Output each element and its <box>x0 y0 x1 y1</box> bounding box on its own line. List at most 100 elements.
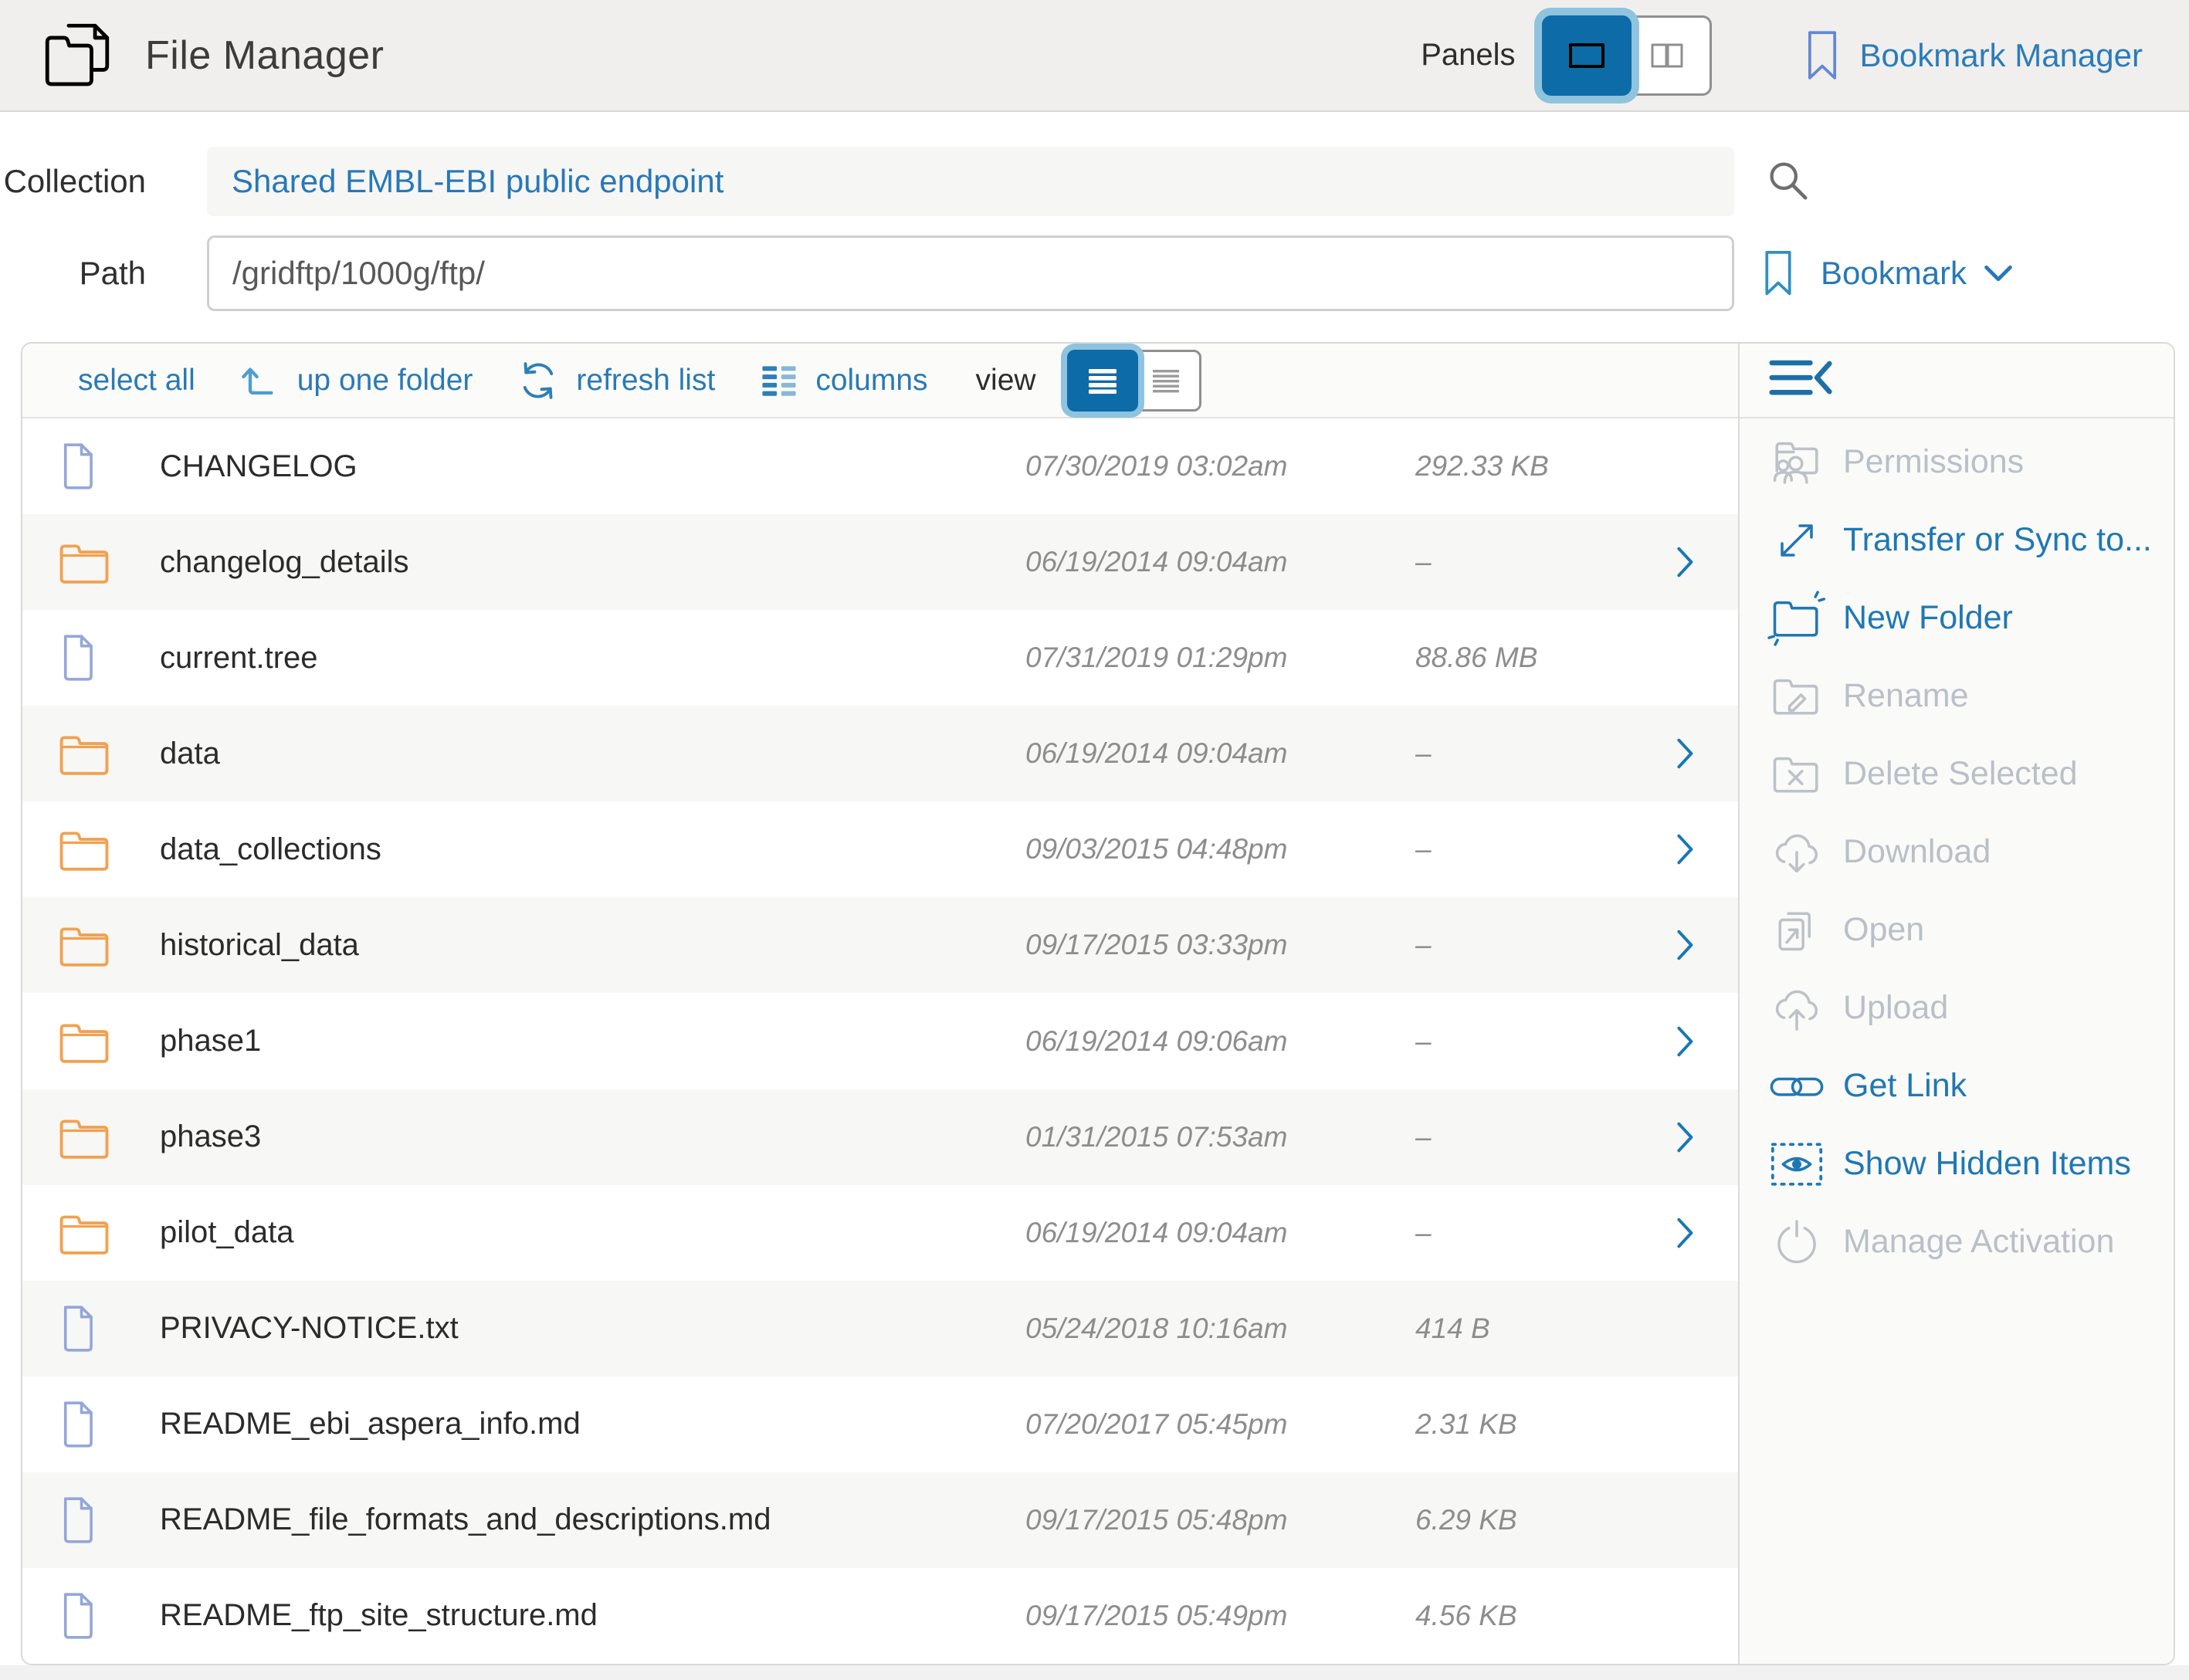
permissions-icon <box>1760 430 1834 495</box>
file-name[interactable]: historical_data <box>160 928 1025 963</box>
file-row[interactable]: current.tree 07/31/2019 01:29pm 88.86 MB <box>22 610 1738 706</box>
chevron-right-icon <box>1676 1121 1696 1153</box>
dual-panel-button[interactable] <box>1622 15 1712 96</box>
list-view-button[interactable] <box>1067 350 1138 412</box>
file-name[interactable]: changelog_details <box>160 545 1025 580</box>
sidebar-item-show-hidden-items[interactable]: Show Hidden Items <box>1740 1125 2174 1203</box>
download-icon <box>1760 820 1834 885</box>
file-list: CHANGELOG 07/30/2019 03:02am 292.33 KB c… <box>22 418 1738 1664</box>
delete-icon <box>1760 742 1834 807</box>
sidebar-item-label: Upload <box>1843 989 1948 1027</box>
single-panel-button[interactable] <box>1542 15 1632 96</box>
app-header: File Manager Panels Bookmark Manager <box>0 0 2189 112</box>
chevron-right-icon <box>1676 737 1696 770</box>
show-hidden-icon <box>1760 1132 1834 1197</box>
sidebar-item-rename: Rename <box>1740 657 2174 735</box>
sidebar-item-manage-activation: Manage Activation <box>1740 1203 2174 1281</box>
compact-view-button[interactable] <box>1130 350 1201 412</box>
open-folder-chevron[interactable] <box>1633 1121 1738 1153</box>
file-name[interactable]: PRIVACY-NOTICE.txt <box>160 1311 1025 1346</box>
refresh-list-button[interactable]: refresh list <box>517 361 715 401</box>
file-name[interactable]: README_ftp_site_structure.md <box>160 1598 1025 1633</box>
file-row[interactable]: pilot_data 06/19/2014 09:04am – <box>22 1185 1738 1281</box>
file-size: 414 B <box>1415 1312 1633 1345</box>
open-folder-chevron[interactable] <box>1633 1025 1738 1058</box>
collection-field[interactable]: Shared EMBL-EBI public endpoint <box>207 147 1734 216</box>
open-folder-chevron[interactable] <box>1633 737 1738 770</box>
file-row[interactable]: README_ebi_aspera_info.md 07/20/2017 05:… <box>22 1377 1738 1472</box>
single-panel-icon <box>1564 39 1609 72</box>
file-row[interactable]: phase1 06/19/2014 09:06am – <box>22 993 1738 1089</box>
file-row[interactable]: CHANGELOG 07/30/2019 03:02am 292.33 KB <box>22 418 1738 514</box>
open-folder-chevron[interactable] <box>1633 929 1738 961</box>
sidebar-item-get-link[interactable]: Get Link <box>1740 1047 2174 1125</box>
open-folder-chevron[interactable] <box>1633 1217 1738 1249</box>
actions-sidebar: PermissionsTransfer or Sync to...New Fol… <box>1740 344 2174 1664</box>
file-size: 6.29 KB <box>1415 1504 1633 1536</box>
file-date: 06/19/2014 09:04am <box>1025 1217 1415 1249</box>
file-date: 05/24/2018 10:16am <box>1025 1312 1415 1345</box>
chevron-right-icon <box>1676 1025 1696 1058</box>
file-date: 07/31/2019 01:29pm <box>1025 642 1415 674</box>
collection-row: Collection Shared EMBL-EBI public endpoi… <box>0 147 2189 216</box>
sidebar-item-label: Delete Selected <box>1843 755 2078 793</box>
file-row[interactable]: README_file_formats_and_descriptions.md … <box>22 1472 1738 1568</box>
file-name[interactable]: pilot_data <box>160 1215 1025 1250</box>
sidebar-item-label: Open <box>1843 911 1924 949</box>
up-one-folder-icon <box>240 362 280 399</box>
folder-icon <box>58 1211 110 1255</box>
bookmark-icon <box>1804 29 1840 82</box>
file-name[interactable]: data_collections <box>160 832 1025 867</box>
sidebar-item-label: New Folder <box>1843 599 2013 637</box>
file-date: 07/20/2017 05:45pm <box>1025 1408 1415 1441</box>
get-link-icon <box>1760 1054 1834 1119</box>
columns-button[interactable]: columns <box>760 363 927 398</box>
view-label: view <box>976 364 1036 398</box>
open-folder-chevron[interactable] <box>1633 546 1738 578</box>
path-input[interactable] <box>207 235 1734 311</box>
collection-label: Collection <box>0 163 168 200</box>
select-all-button[interactable]: select all <box>78 364 195 398</box>
open-folder-chevron[interactable] <box>1633 833 1738 865</box>
dual-panel-icon <box>1647 40 1687 71</box>
file-name[interactable]: data <box>160 737 1025 771</box>
folder-icon <box>58 1020 110 1063</box>
search-button[interactable] <box>1765 158 1811 205</box>
columns-icon <box>760 363 798 398</box>
file-row[interactable]: changelog_details 06/19/2014 09:04am – <box>22 514 1738 610</box>
file-row[interactable]: phase3 01/31/2015 07:53am – <box>22 1089 1738 1185</box>
file-row[interactable]: historical_data 09/17/2015 03:33pm – <box>22 897 1738 993</box>
file-name[interactable]: phase3 <box>160 1119 1025 1154</box>
file-name[interactable]: current.tree <box>160 641 1025 676</box>
sidebar-item-new-folder[interactable]: New Folder <box>1740 579 2174 657</box>
list-view-icon <box>1086 368 1120 394</box>
bookmark-label: Bookmark <box>1821 255 1967 292</box>
file-row[interactable]: PRIVACY-NOTICE.txt 05/24/2018 10:16am 41… <box>22 1281 1738 1377</box>
bookmark-manager-link[interactable]: Bookmark Manager <box>1804 29 2143 82</box>
file-name[interactable]: CHANGELOG <box>160 449 1025 484</box>
file-row[interactable]: README_ftp_site_structure.md 09/17/2015 … <box>22 1568 1738 1664</box>
file-icon <box>58 1591 97 1641</box>
collapse-panel-icon <box>1767 357 1835 401</box>
list-toolbar: select all up one folder refresh list <box>22 344 1738 418</box>
sidebar-header <box>1740 344 2174 418</box>
upload-icon <box>1760 976 1834 1041</box>
sidebar-item-label: Download <box>1843 833 1991 871</box>
file-date: 01/31/2015 07:53am <box>1025 1121 1415 1153</box>
file-row[interactable]: data 06/19/2014 09:04am – <box>22 706 1738 801</box>
file-name[interactable]: README_ebi_aspera_info.md <box>160 1407 1025 1441</box>
file-date: 09/17/2015 05:48pm <box>1025 1504 1415 1536</box>
up-one-folder-button[interactable]: up one folder <box>240 362 473 399</box>
sidebar-item-open: Open <box>1740 891 2174 969</box>
new-folder-icon <box>1760 586 1834 651</box>
collapse-sidebar-button[interactable] <box>1767 357 1835 404</box>
file-size: 88.86 MB <box>1415 642 1633 674</box>
bookmark-dropdown[interactable]: Bookmark <box>1762 249 2013 297</box>
file-name[interactable]: README_file_formats_and_descriptions.md <box>160 1502 1025 1537</box>
sidebar-item-download: Download <box>1740 813 2174 891</box>
file-row[interactable]: data_collections 09/03/2015 04:48pm – <box>22 801 1738 897</box>
refresh-icon <box>517 361 559 401</box>
file-name[interactable]: phase1 <box>160 1024 1025 1058</box>
panels-toggle <box>1542 15 1712 96</box>
sidebar-item-transfer-or-sync-to[interactable]: Transfer or Sync to... <box>1740 501 2174 579</box>
